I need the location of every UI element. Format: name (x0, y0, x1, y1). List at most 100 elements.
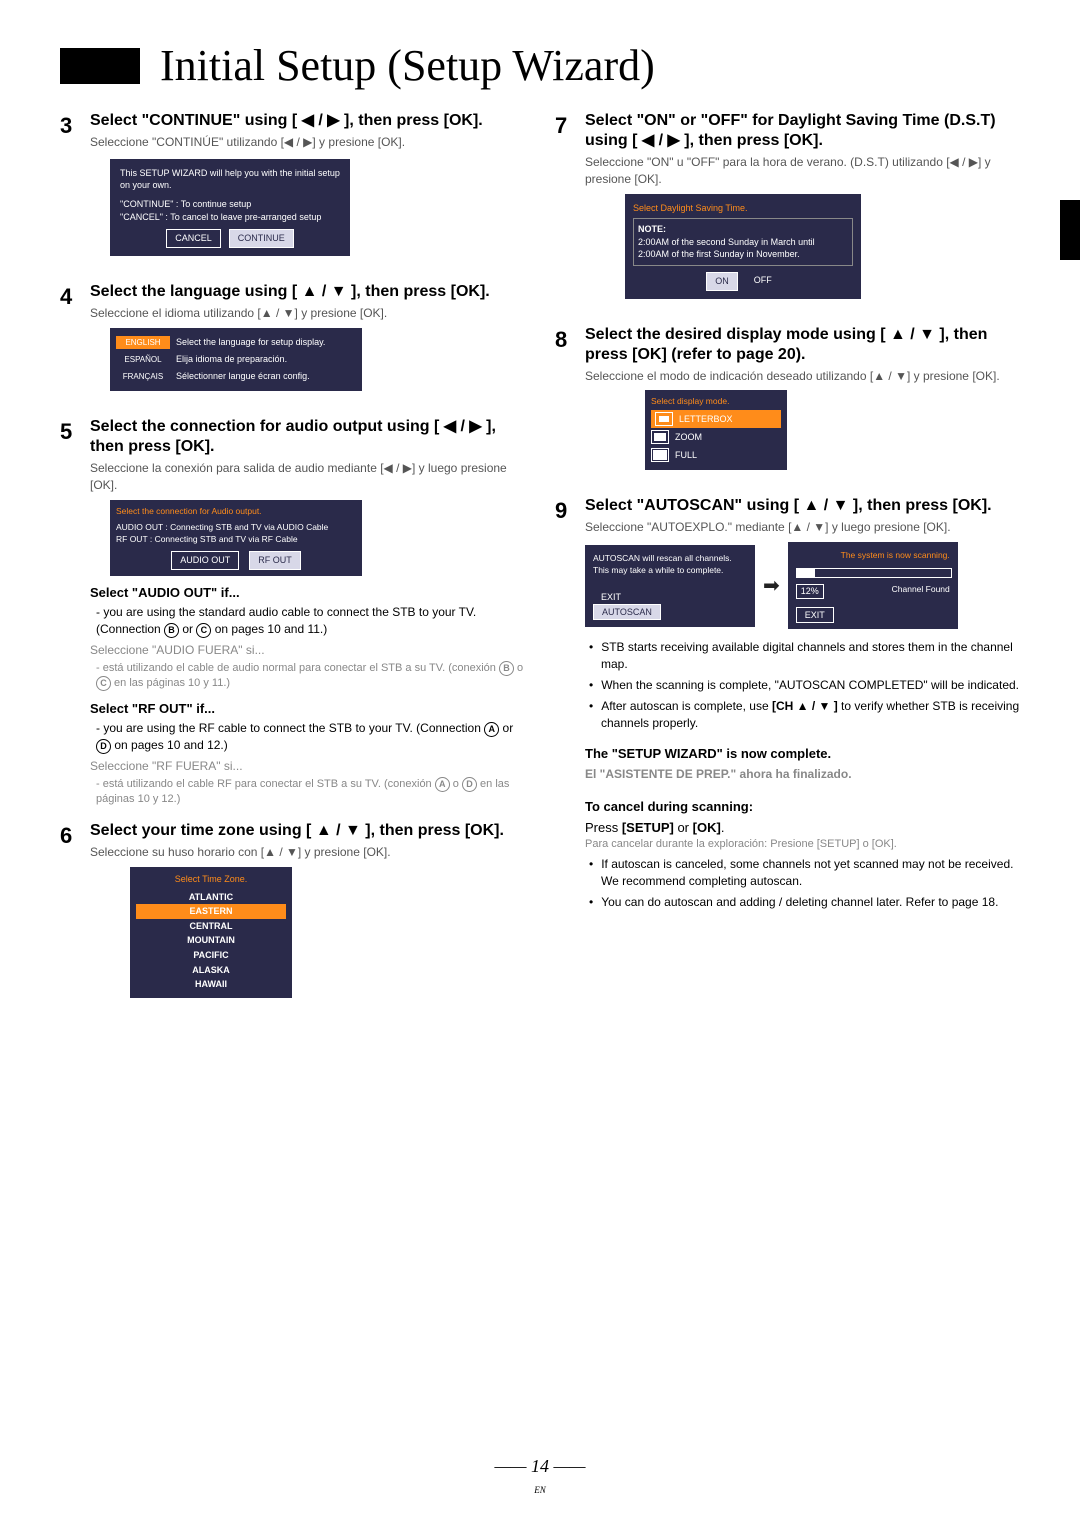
osd-scanning: The system is now scanning. 12%Channel F… (788, 542, 958, 629)
step-spanish: Seleccione la conexión para salida de au… (90, 460, 525, 494)
step-7: 7 Select "ON" or "OFF" for Daylight Savi… (555, 111, 1020, 311)
header: Initial Setup (Setup Wizard) (60, 40, 1020, 91)
tz-atlantic: ATLANTIC (136, 890, 286, 905)
step-heading: Select the language using [ ▲ / ▼ ], the… (90, 282, 525, 302)
progress-bar (796, 568, 952, 578)
completion-spanish: El "ASISTENTE DE PREP." ahora ha finaliz… (585, 766, 1020, 783)
osd-rf-out-button: RF OUT (249, 551, 301, 570)
sub-spanish-heading: Seleccione "RF FUERA" si... (90, 758, 525, 775)
lang-desc: Select the language for setup display. (176, 336, 325, 349)
osd-title: Select display mode. (651, 396, 781, 408)
full-icon (651, 448, 669, 462)
right-column: 7 Select "ON" or "OFF" for Daylight Savi… (555, 111, 1020, 1024)
step-number: 7 (555, 111, 585, 311)
note-label: NOTE: (638, 223, 848, 236)
osd-dst: Select Daylight Saving Time. NOTE: 2:00A… (625, 194, 861, 299)
tz-alaska: ALASKA (136, 963, 286, 978)
tz-central: CENTRAL (136, 919, 286, 934)
mode-label: FULL (675, 449, 697, 462)
osd-exit-button: EXIT (593, 590, 629, 604)
tz-hawaii: HAWAII (136, 977, 286, 992)
mode-label: ZOOM (675, 431, 702, 444)
step-spanish: Seleccione su huso horario con [▲ / ▼] y… (90, 844, 525, 861)
osd-text: "CONTINUE" : To continue setup (120, 198, 340, 211)
lang-row-francais: FRANÇAIS Sélectionner langue écran config… (116, 368, 356, 385)
step-number: 4 (60, 282, 90, 403)
osd-on-button: ON (706, 272, 738, 291)
osd-title: The system is now scanning. (796, 550, 950, 562)
mode-zoom: ZOOM (651, 428, 781, 446)
letterbox-icon (655, 412, 673, 426)
step-number: 9 (555, 496, 585, 914)
mode-label: LETTERBOX (679, 413, 733, 426)
osd-audio-connection: Select the connection for Audio output. … (110, 500, 362, 576)
step-9: 9 Select "AUTOSCAN" using [ ▲ / ▼ ], the… (555, 496, 1020, 914)
page-number: 14 (531, 1456, 549, 1476)
step-spanish: Seleccione "CONTINÚE" utilizando [◀ / ▶]… (90, 134, 525, 151)
osd-text: This may take a while to complete. (593, 565, 747, 577)
osd-continue-button: CONTINUE (229, 229, 294, 248)
manual-page: Initial Setup (Setup Wizard) 3 Select "C… (0, 0, 1080, 1528)
osd-title: Select the connection for Audio output. (116, 506, 356, 518)
osd-setup-wizard: This SETUP WIZARD will help you with the… (110, 159, 350, 256)
step-number: 5 (60, 417, 90, 807)
sub-body: - you are using the RF cable to connect … (96, 720, 525, 754)
note-text: 2:00AM of the second Sunday in March unt… (638, 236, 848, 261)
osd-text: AUDIO OUT : Connecting STB and TV via AU… (116, 522, 356, 534)
osd-audio-out-button: AUDIO OUT (171, 551, 239, 570)
cancel-spanish: Para cancelar durante la exploración: Pr… (585, 837, 1020, 852)
page-title: Initial Setup (Setup Wizard) (160, 40, 1020, 91)
lang-desc: Sélectionner langue écran config. (176, 370, 310, 383)
step-heading: Select "ON" or "OFF" for Daylight Saving… (585, 111, 1020, 151)
sub-heading: Select "RF OUT" if... (90, 700, 525, 718)
step-3: 3 Select "CONTINUE" using [ ◀ / ▶ ], the… (60, 111, 525, 268)
section-block-icon (60, 48, 140, 84)
osd-off-button: OFF (746, 272, 780, 291)
sub-body: - you are using the standard audio cable… (96, 604, 525, 638)
page-footer: —— 14 —— EN (0, 1456, 1080, 1498)
osd-text: AUTOSCAN will rescan all channels. (593, 553, 747, 565)
step-spanish: Seleccione el modo de indicación deseado… (585, 368, 1020, 385)
osd-text: RF OUT : Connecting STB and TV via RF Ca… (116, 534, 356, 546)
lang-tag: ENGLISH (116, 336, 170, 349)
osd-cancel-button: CANCEL (166, 229, 221, 248)
osd-timezone: Select Time Zone. ATLANTIC EASTERN CENTR… (130, 867, 292, 998)
lang-row-english: ENGLISH Select the language for setup dis… (116, 334, 356, 351)
bullet-text: After autoscan is complete, use [CH ▲ / … (585, 698, 1020, 732)
step-8: 8 Select the desired display mode using … (555, 325, 1020, 483)
bullet-text: You can do autoscan and adding / deletin… (585, 894, 1020, 911)
osd-autoscan-button: AUTOSCAN (593, 604, 661, 620)
page-lang: EN (534, 1485, 546, 1495)
step-number: 8 (555, 325, 585, 483)
lang-tag: FRANÇAIS (116, 370, 170, 383)
left-column: 3 Select "CONTINUE" using [ ◀ / ▶ ], the… (60, 111, 525, 1024)
lang-desc: Elija idioma de preparación. (176, 353, 287, 366)
step-spanish: Seleccione el idioma utilizando [▲ / ▼] … (90, 305, 525, 322)
two-column-layout: 3 Select "CONTINUE" using [ ◀ / ▶ ], the… (60, 111, 1020, 1024)
arrow-right-icon: ➡ (763, 572, 780, 600)
osd-text: "CANCEL" : To cancel to leave pre-arrang… (120, 211, 340, 224)
mode-letterbox: LETTERBOX (651, 410, 781, 428)
zoom-icon (651, 430, 669, 444)
bullet-text: When the scanning is complete, "AUTOSCAN… (585, 677, 1020, 694)
osd-text: This SETUP WIZARD will help you with the… (120, 167, 340, 192)
step-heading: Select the desired display mode using [ … (585, 325, 1020, 365)
channel-found-label: Channel Found (892, 584, 950, 599)
step-heading: Select "AUTOSCAN" using [ ▲ / ▼ ], then … (585, 496, 1020, 516)
osd-language: ENGLISH Select the language for setup dis… (110, 328, 362, 392)
osd-autoscan-prompt: AUTOSCAN will rescan all channels. This … (585, 545, 755, 627)
cancel-body: Press [SETUP] or [OK]. (585, 819, 1020, 837)
lang-tag: ESPAÑOL (116, 353, 170, 366)
osd-autoscan-pair: AUTOSCAN will rescan all channels. This … (585, 542, 1020, 629)
mode-full: FULL (651, 446, 781, 464)
osd-title: Select Daylight Saving Time. (633, 202, 853, 215)
osd-title: Select Time Zone. (136, 873, 286, 886)
cancel-heading: To cancel during scanning: (585, 798, 1020, 816)
step-6: 6 Select your time zone using [ ▲ / ▼ ],… (60, 821, 525, 1010)
osd-display-mode: Select display mode. LETTERBOX ZOOM FULL (645, 390, 787, 470)
sub-spanish-heading: Seleccione "AUDIO FUERA" si... (90, 642, 525, 659)
osd-exit-button: EXIT (796, 607, 834, 623)
tz-pacific: PACIFIC (136, 948, 286, 963)
step-heading: Select the connection for audio output u… (90, 417, 525, 457)
bullet-text: STB starts receiving available digital c… (585, 639, 1020, 673)
